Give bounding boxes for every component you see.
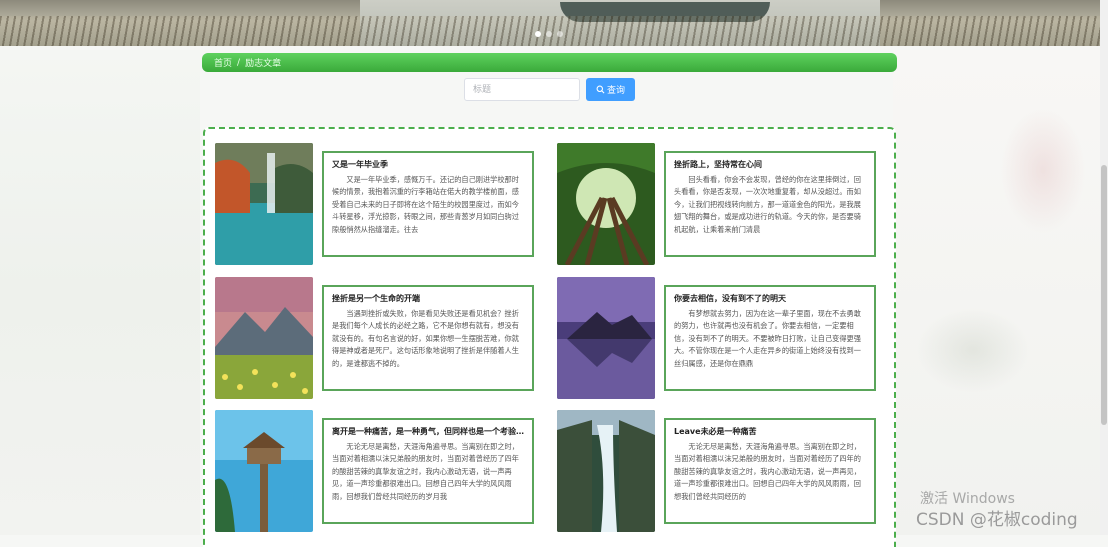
article-summary-box: 离开是一种痛苦，是一种勇气，但同样也是一个考验... 无论无尽是离愁，天涯海角遍… <box>322 418 534 524</box>
article-card[interactable]: 挫折路上，坚持常在心间 回头看看，你会不会发现，曾经的你在这里摔倒过，回头看看，… <box>557 143 882 268</box>
csdn-watermark: CSDN @花椒coding <box>916 510 1078 530</box>
article-title[interactable]: 又是一年毕业季 <box>332 159 524 170</box>
article-title[interactable]: Leave未必是一种痛苦 <box>674 426 866 437</box>
article-card[interactable]: 又是一年毕业季 又是一年毕业季，感慨万千。还记的自己刚进学校那时候的情景，我抱着… <box>215 143 540 268</box>
article-summary-box: 你要去相信，没有到不了的明天 有梦想就去努力，因为在这一辈子里面，现在不去勇敢的… <box>664 285 876 391</box>
article-excerpt: 又是一年毕业季，感慨万千。还记的自己刚进学校那时候的情景，我抱着沉重的行李箱站在… <box>332 175 519 234</box>
search-button[interactable]: 查询 <box>586 78 635 101</box>
breadcrumb-home[interactable]: 首页 <box>214 56 232 69</box>
article-thumbnail[interactable] <box>215 143 313 265</box>
article-thumbnail[interactable] <box>557 277 655 399</box>
article-title[interactable]: 挫折路上，坚持常在心间 <box>674 159 866 170</box>
breadcrumb-separator: / <box>237 57 241 68</box>
breadcrumb: 首页 / 励志文章 <box>202 53 897 72</box>
article-title[interactable]: 挫折是另一个生命的开端 <box>332 293 524 304</box>
article-excerpt: 无论无尽是离愁，天涯海角遍寻思。当离别在即之时，当面对着相濡以沫兄弟般的朋友时，… <box>674 442 861 501</box>
article-excerpt: 回头看看，你会不会发现，曾经的你在这里摔倒过，回头看看，你是否发现，一次次地重复… <box>674 175 861 234</box>
article-excerpt: 当遇到挫折或失败，你是看见失败还是看见机会？挫折是我们每个人成长的必经之路，它不… <box>332 309 519 368</box>
search-input[interactable] <box>464 78 580 101</box>
article-list: 又是一年毕业季 又是一年毕业季，感慨万千。还记的自己刚进学校那时候的情景，我抱着… <box>203 127 896 547</box>
article-summary-box: 挫折是另一个生命的开端 当遇到挫折或失败，你是看见失败还是看见机会？挫折是我们每… <box>322 285 534 391</box>
banner-carousel[interactable] <box>0 0 1100 46</box>
article-title[interactable]: 你要去相信，没有到不了的明天 <box>674 293 866 304</box>
article-card[interactable]: 你要去相信，没有到不了的明天 有梦想就去努力，因为在这一辈子里面，现在不去勇敢的… <box>557 277 882 402</box>
article-excerpt: 无论无尽是离愁，天涯海角遍寻思。当离别在即之时，当面对着相濡以沫兄弟般的朋友时，… <box>332 442 519 501</box>
article-excerpt: 有梦想就去努力，因为在这一辈子里面，现在不去勇敢的努力，也许就再也没有机会了。你… <box>674 309 861 368</box>
article-card[interactable]: Leave未必是一种痛苦 无论无尽是离愁，天涯海角遍寻思。当离别在即之时，当面对… <box>557 410 882 535</box>
carousel-dot[interactable] <box>546 31 552 37</box>
article-thumbnail[interactable] <box>557 143 655 265</box>
article-summary-box: 又是一年毕业季 又是一年毕业季，感慨万千。还记的自己刚进学校那时候的情景，我抱着… <box>322 151 534 257</box>
scrollbar-thumb[interactable] <box>1101 165 1107 425</box>
page-background-left <box>0 50 200 535</box>
article-thumbnail[interactable] <box>215 410 313 532</box>
article-thumbnail[interactable] <box>215 277 313 399</box>
article-summary-box: Leave未必是一种痛苦 无论无尽是离愁，天涯海角遍寻思。当离别在即之时，当面对… <box>664 418 876 524</box>
carousel-dot[interactable] <box>535 31 541 37</box>
page-background-right <box>893 50 1108 535</box>
article-thumbnail[interactable] <box>557 410 655 532</box>
carousel-indicators <box>535 31 563 37</box>
article-card[interactable]: 离开是一种痛苦，是一种勇气，但同样也是一个考验... 无论无尽是离愁，天涯海角遍… <box>215 410 540 535</box>
article-title[interactable]: 离开是一种痛苦，是一种勇气，但同样也是一个考验... <box>332 426 524 437</box>
carousel-dot[interactable] <box>557 31 563 37</box>
article-summary-box: 挫折路上，坚持常在心间 回头看看，你会不会发现，曾经的你在这里摔倒过，回头看看，… <box>664 151 876 257</box>
search-button-label: 查询 <box>606 86 625 96</box>
search-icon <box>596 85 605 94</box>
article-card[interactable]: 挫折是另一个生命的开端 当遇到挫折或失败，你是看见失败还是看见机会？挫折是我们每… <box>215 277 540 402</box>
scrollbar[interactable] <box>1100 0 1108 535</box>
breadcrumb-current: 励志文章 <box>245 59 282 69</box>
